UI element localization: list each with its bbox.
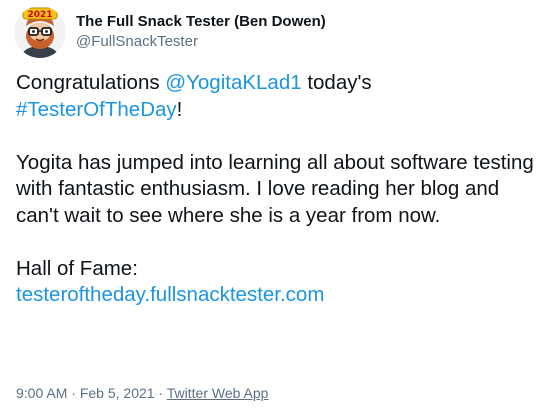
- tweet-paragraph-description: Yogita has jumped into learning all abou…: [16, 150, 534, 227]
- tweet-paragraph-congratulations: Congratulations @YogitaKLad1 today's #Tes…: [16, 70, 544, 123]
- tweet-header: 2021 The Full Snack Tester (Ben Dowen) @…: [14, 4, 326, 60]
- cartoon-avatar-icon: 2021: [14, 6, 66, 58]
- tweet-time[interactable]: 9:00 AM: [16, 385, 67, 401]
- tweet-date[interactable]: Feb 5, 2021: [80, 385, 155, 401]
- text-segment: today's: [301, 71, 372, 94]
- hashtag-link[interactable]: #TesterOfTheDay: [16, 98, 177, 121]
- text-segment: Congratulations: [16, 71, 166, 94]
- meta-separator: ·: [154, 385, 167, 401]
- svg-text:2021: 2021: [27, 10, 52, 20]
- user-handle[interactable]: @FullSnackTester: [76, 32, 326, 52]
- tweet-source-link[interactable]: Twitter Web App: [167, 385, 269, 401]
- meta-separator: ·: [67, 385, 80, 401]
- text-segment: !: [176, 97, 183, 121]
- avatar[interactable]: 2021: [14, 6, 66, 58]
- mention-link[interactable]: @YogitaKLad1: [165, 71, 301, 94]
- user-info: The Full Snack Tester (Ben Dowen) @FullS…: [76, 12, 326, 52]
- tweet-text: Congratulations @YogitaKLad1 today's #Tes…: [16, 70, 544, 309]
- hall-of-fame-label: Hall of Fame:: [16, 256, 138, 280]
- display-name[interactable]: The Full Snack Tester (Ben Dowen): [76, 12, 326, 32]
- tweet-card: 2021 The Full Snack Tester (Ben Dowen) @…: [0, 0, 557, 410]
- tweet-paragraph-hall-of-fame: Hall of Fame: testeroftheday.fullsnacktes…: [16, 256, 544, 309]
- hall-of-fame-url-link[interactable]: testeroftheday.fullsnacktester.com: [16, 283, 324, 306]
- tweet-metadata: 9:00 AM · Feb 5, 2021 · Twitter Web App: [16, 384, 268, 402]
